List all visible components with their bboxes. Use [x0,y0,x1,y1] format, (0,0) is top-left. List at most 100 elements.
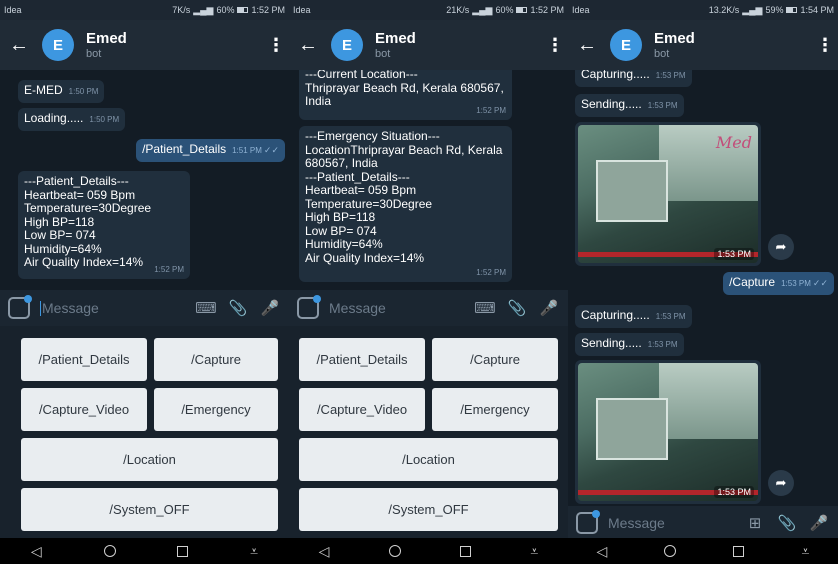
avatar[interactable]: E [331,29,363,61]
android-nav-bar: ◁ ⩡ [289,538,568,564]
bot-keyboard-icon[interactable]: ⌨ [195,299,217,317]
nav-recents-icon[interactable] [177,545,189,557]
more-menu-icon[interactable]: ⋮ [263,35,289,56]
chat-title[interactable]: Emed [375,30,542,47]
keyboard-button-capture-video[interactable]: /Capture_Video [21,388,147,431]
microphone-icon[interactable]: 🎤 [259,299,281,317]
read-ticks-icon: ✓✓ [263,145,279,155]
photo-thumbnail[interactable]: 1:53 PM [578,363,758,501]
nav-home-icon[interactable] [103,545,116,557]
nav-recents-icon[interactable] [460,545,472,557]
message-list[interactable]: Capturing..... 1:53 PM Sending..... 1:53 P… [568,70,838,506]
nav-notification-icon[interactable]: ⩡ [530,543,538,560]
message-bubble: Capturing..... 1:53 PM [575,70,692,87]
carrier-label: Idea [4,5,22,15]
chat-title[interactable]: Emed [86,30,263,47]
keyboard-button-capture-video[interactable]: /Capture_Video [299,388,425,431]
clock: 1:54 PM [800,5,834,15]
status-bar: Idea 21K/s ▂▄▆ 60% 1:52 PM [289,0,568,20]
chat-header: ← E Emed bot ⋮ [0,20,289,70]
attach-icon[interactable]: 📎 [776,514,798,532]
message-text: ---Patient_Details--- Heartbeat= 059 Bpm… [24,174,152,269]
sticker-icon[interactable] [576,510,600,534]
avatar[interactable]: E [610,29,642,61]
message-time: 1:52 PM [154,264,184,274]
keyboard-button-emergency[interactable]: /Emergency [432,388,558,431]
message-bubble: E-MED 1:50 PM [18,80,105,103]
microphone-icon[interactable]: 🎤 [808,514,830,532]
message-input-bar: Message ⊞ 📎 🎤 [568,506,838,540]
more-menu-icon[interactable]: ⋮ [812,35,838,56]
message-bubble: ---Current Location--- Thriprayar Beach … [299,70,512,120]
bot-keyboard-icon[interactable]: ⌨ [474,299,496,317]
android-nav-bar: ◁ ⩡ [0,538,289,564]
battery-percent: 60% [495,5,514,15]
keyboard-button-patient-details[interactable]: /Patient_Details [21,338,147,381]
back-arrow-icon[interactable]: ← [289,34,327,57]
keyboard-button-location[interactable]: /Location [299,438,558,481]
message-text: Capturing..... [581,308,650,322]
nav-recents-icon[interactable] [733,545,745,557]
message-text: Sending..... [581,336,642,350]
share-icon[interactable]: ➦ [768,470,794,496]
nav-home-icon[interactable] [388,545,401,557]
nav-back-icon[interactable]: ◁ [31,543,42,560]
photo-message[interactable]: Med 1:53 PM [575,122,761,266]
message-input[interactable]: Message [329,300,464,316]
clock: 1:52 PM [530,5,564,15]
battery-icon [237,7,249,13]
message-time: 1:50 PM [89,115,120,124]
message-list[interactable]: E-MED 1:50 PM Loading..... 1:50 PM /Patien… [0,70,289,286]
share-icon[interactable]: ➦ [768,234,794,260]
message-list[interactable]: ---Current Location--- Thriprayar Beach … [289,70,568,288]
keyboard-button-capture[interactable]: /Capture [154,338,278,381]
message-text: /Capture [729,275,776,289]
sticker-icon[interactable] [8,295,32,319]
nav-notification-icon[interactable]: ⩡ [802,543,810,560]
avatar[interactable]: E [42,29,74,61]
keyboard-button-capture[interactable]: /Capture [432,338,558,381]
message-time: 1:52 PM [476,267,506,277]
message-bubble: Sending..... 1:53 PM [575,333,684,356]
message-time: 1:53 PM [647,340,678,349]
message-bubble: Capturing..... 1:53 PM [575,305,692,328]
photo-message[interactable]: 1:53 PM [575,360,761,504]
microphone-icon[interactable]: 🎤 [538,299,560,317]
keyboard-button-system-off[interactable]: /System_OFF [299,488,558,531]
photo-logo-text: Med [715,133,752,152]
keyboard-button-location[interactable]: /Location [21,438,278,481]
screens-container: Idea 7K/s ▂▄▆ 60% 1:52 PM ← E Emed bot ⋮… [0,0,838,564]
back-arrow-icon[interactable]: ← [0,34,38,57]
nav-home-icon[interactable] [664,545,677,557]
message-time: 1:53 PM [714,248,754,260]
chat-title[interactable]: Emed [654,30,812,47]
message-time: 1:53 PM [781,279,811,288]
nav-notification-icon[interactable]: ⩡ [250,543,258,560]
message-input[interactable]: Message [40,300,185,317]
photo-thumbnail[interactable]: Med 1:53 PM [578,125,758,263]
message-text: /Patient_Details [142,142,227,156]
battery-icon [516,7,528,13]
message-input[interactable]: Message [608,515,734,531]
signal-icon: ▂▄▆ [193,4,214,15]
more-menu-icon[interactable]: ⋮ [542,35,568,56]
attach-icon[interactable]: 📎 [506,299,528,317]
keyboard-button-emergency[interactable]: /Emergency [154,388,278,431]
keyboard-button-patient-details[interactable]: /Patient_Details [299,338,425,381]
chat-subtitle: bot [86,48,102,60]
message-time: 1:53 PM [647,101,678,110]
message-time: 1:50 PM [68,87,99,96]
signal-icon: ▂▄▆ [742,4,763,15]
bot-keyboard: /Patient_Details /Capture /Capture_Video… [0,326,289,538]
keyboard-button-system-off[interactable]: /System_OFF [21,488,278,531]
nav-back-icon[interactable]: ◁ [319,543,330,560]
signal-icon: ▂▄▆ [472,4,493,15]
back-arrow-icon[interactable]: ← [568,34,606,57]
nav-back-icon[interactable]: ◁ [597,543,608,560]
message-time: 1:52 PM [476,105,506,115]
message-bubble: Sending..... 1:53 PM [575,94,684,117]
sticker-icon[interactable] [297,295,321,319]
attach-icon[interactable]: 📎 [227,299,249,317]
message-bubble-outgoing: /Patient_Details 1:51 PM ✓✓ [136,139,285,162]
bot-keyboard-icon[interactable]: ⊞ [744,514,766,532]
